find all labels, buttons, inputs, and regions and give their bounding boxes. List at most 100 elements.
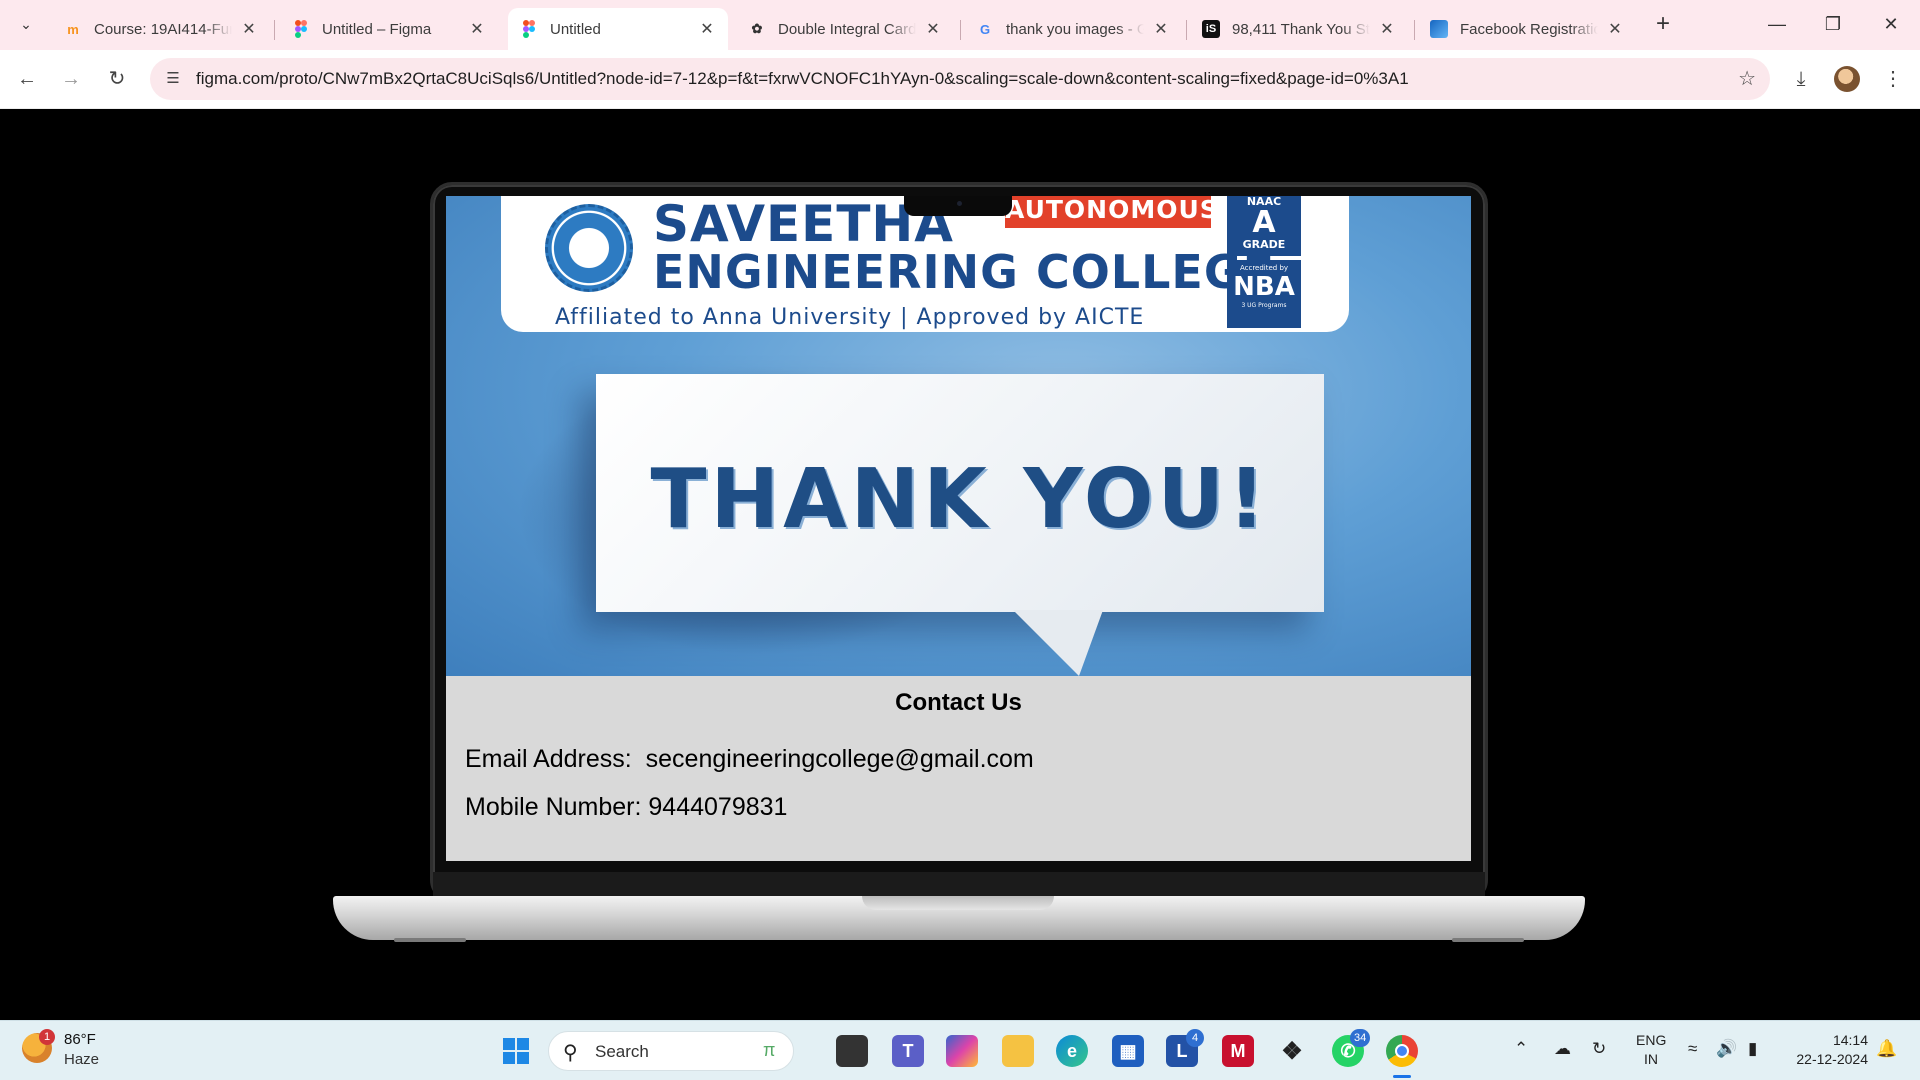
task-view-icon[interactable]: [836, 1035, 868, 1067]
browser-toolbar: ← → ↻ ☰ figma.com/proto/CNw7mBx2QrtaC8Uc…: [0, 50, 1920, 109]
nba-accredited-by: Accredited by: [1239, 264, 1289, 272]
laptop-open-groove: [862, 896, 1054, 910]
page-icon: [1430, 20, 1448, 38]
language-indicator[interactable]: ENG IN: [1636, 1031, 1666, 1069]
email-value: secengineeringcollege@gmail.com: [645, 745, 1034, 773]
file-explorer-icon[interactable]: [1002, 1035, 1034, 1067]
volume-icon[interactable]: 🔊: [1716, 1039, 1737, 1059]
tab-double-integral[interactable]: ✿ Double Integral Card ✕: [736, 8, 954, 50]
close-icon[interactable]: ✕: [1606, 19, 1624, 39]
search-placeholder: Search: [595, 1042, 649, 1061]
tab-title: Untitled – Figma: [322, 20, 432, 38]
laptop-foot-left: [394, 938, 466, 942]
language-code: ENG: [1636, 1032, 1667, 1048]
naac-grade-label: GRADE: [1242, 238, 1286, 251]
email-label: Email Address:: [465, 745, 632, 773]
speech-bubble-tail: [988, 610, 1104, 676]
close-icon[interactable]: ✕: [924, 19, 942, 39]
openai-icon: ✿: [751, 21, 763, 36]
naac-grade: A: [1252, 205, 1276, 240]
contact-title: Contact Us: [895, 689, 1022, 716]
profile-avatar[interactable]: [1834, 66, 1860, 92]
show-hidden-icons-chevron-icon[interactable]: ⌃: [1514, 1039, 1528, 1059]
thank-you-text: THANK YOU!: [650, 452, 1270, 547]
back-arrow-icon[interactable]: ←: [12, 64, 42, 94]
copilot-icon[interactable]: [946, 1035, 978, 1067]
system-clock[interactable]: 14:14 22-12-2024: [1784, 1031, 1868, 1069]
dropbox-icon[interactable]: ❖: [1276, 1035, 1308, 1067]
onedrive-icon[interactable]: ☁: [1554, 1039, 1571, 1059]
address-bar[interactable]: ☰ figma.com/proto/CNw7mBx2QrtaC8UciSqls6…: [150, 58, 1770, 100]
close-window-icon[interactable]: ✕: [1868, 10, 1914, 38]
tab-separator: [960, 20, 961, 40]
weather-temperature[interactable]: 86°F: [64, 1031, 96, 1048]
clock-time: 14:14: [1832, 1032, 1868, 1048]
windows-taskbar: 1 86°F Haze ⚲ Search π T e ▦ L 4 M ❖ ✆ 3…: [0, 1020, 1920, 1080]
whatsapp-badge: 34: [1350, 1029, 1371, 1047]
tab-facebook-registration[interactable]: Facebook Registratio ✕: [1418, 8, 1636, 50]
contact-section: Contact Us Email Address: secengineering…: [446, 676, 1471, 861]
weather-condition[interactable]: Haze: [64, 1051, 99, 1068]
tab-title: 98,411 Thank You St: [1232, 20, 1370, 38]
edge-icon[interactable]: e: [1056, 1035, 1088, 1067]
bookmark-star-icon[interactable]: ☆: [1738, 66, 1756, 91]
close-icon[interactable]: ✕: [1152, 19, 1170, 39]
mobile-value: 9444079831: [648, 793, 788, 821]
tab-google-images[interactable]: G thank you images - G ✕: [964, 8, 1182, 50]
autonomous-badge: AUTONOMOUS: [1005, 196, 1218, 228]
tab-separator: [1414, 20, 1415, 40]
tab-course[interactable]: m Course: 19AI414-Fun ✕: [52, 8, 270, 50]
tab-untitled-active[interactable]: Untitled ✕: [508, 8, 728, 50]
sync-icon[interactable]: ↻: [1592, 1039, 1606, 1059]
tab-separator: [274, 20, 275, 40]
close-icon[interactable]: ✕: [240, 19, 258, 39]
clock-date: 22-12-2024: [1796, 1051, 1868, 1067]
tab-istock[interactable]: iS 98,411 Thank You St ✕: [1190, 8, 1408, 50]
restore-icon[interactable]: ❐: [1810, 10, 1856, 38]
reload-icon[interactable]: ↻: [102, 64, 132, 94]
nba-name: NBA: [1233, 272, 1295, 302]
wifi-icon[interactable]: ≈: [1688, 1039, 1697, 1059]
tab-title: Course: 19AI414-Fun: [94, 20, 232, 38]
tab-figma[interactable]: Untitled – Figma ✕: [280, 8, 498, 50]
windows-start-icon[interactable]: [500, 1035, 532, 1067]
laptop-foot-right: [1452, 938, 1524, 942]
search-highlight-icon: π: [763, 1040, 776, 1060]
new-tab-plus-icon[interactable]: +: [1650, 12, 1676, 38]
email-row: Email Address: secengineeringcollege@gma…: [465, 745, 1034, 774]
figma-icon: [292, 20, 310, 38]
chrome-icon[interactable]: [1386, 1035, 1418, 1067]
camera-notch: [904, 196, 1012, 216]
weather-notification-badge: 1: [39, 1029, 55, 1045]
college-name-line2: ENGINEERING COLLEGE: [653, 245, 1276, 299]
camera-dot: [957, 201, 962, 206]
mcafee-icon[interactable]: M: [1222, 1035, 1254, 1067]
close-icon[interactable]: ✕: [1378, 19, 1396, 39]
tab-search-chevron-icon[interactable]: ⌄: [12, 10, 40, 38]
thank-you-banner: SAVEETHA SAVEETHA ENGINEERING COLLEGE AU…: [446, 196, 1471, 676]
close-icon[interactable]: ✕: [468, 19, 486, 39]
microsoft-store-icon[interactable]: ▦: [1112, 1035, 1144, 1067]
taskbar-search-box[interactable]: ⚲ Search π: [548, 1031, 794, 1071]
minimize-icon[interactable]: —: [1754, 10, 1800, 38]
moodle-icon: m: [67, 21, 79, 37]
mobile-row: Mobile Number: 9444079831: [465, 793, 787, 822]
college-logo-card: SAVEETHA SAVEETHA ENGINEERING COLLEGE AU…: [501, 196, 1349, 332]
menu-kebab-icon[interactable]: ⋮: [1878, 64, 1908, 94]
tab-strip: ⌄ m Course: 19AI414-Fun ✕ Untitled – Fig…: [0, 0, 1920, 50]
close-icon[interactable]: ✕: [698, 19, 716, 39]
seal-text: SAVEETHA: [572, 237, 606, 243]
forward-arrow-icon[interactable]: →: [56, 64, 86, 94]
region-code: IN: [1644, 1051, 1658, 1067]
tab-title: Facebook Registratio: [1460, 20, 1598, 38]
college-seal-icon: SAVEETHA: [545, 204, 633, 292]
laptop-screen: SAVEETHA SAVEETHA ENGINEERING COLLEGE AU…: [446, 196, 1471, 861]
teams-icon[interactable]: T: [892, 1035, 924, 1067]
battery-icon[interactable]: ▮: [1748, 1039, 1757, 1059]
notification-bell-icon[interactable]: 🔔: [1876, 1039, 1897, 1059]
lens-badge: 4: [1186, 1029, 1204, 1047]
url-text[interactable]: figma.com/proto/CNw7mBx2QrtaC8UciSqls6/U…: [196, 58, 1409, 100]
site-settings-icon[interactable]: ☰: [162, 68, 184, 90]
download-icon[interactable]: ⤓: [1786, 64, 1816, 94]
tab-title: thank you images - G: [1006, 20, 1144, 38]
